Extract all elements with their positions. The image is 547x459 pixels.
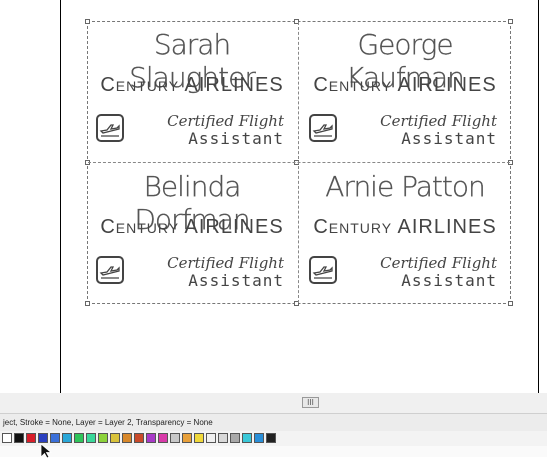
color-swatch[interactable] [242,433,252,443]
card-company: Century AIRLINES [100,74,284,96]
card-company: Century AIRLINES [313,74,497,96]
color-swatch[interactable] [14,433,24,443]
color-swatch[interactable] [38,433,48,443]
card-company: Century AIRLINES [100,216,284,238]
color-swatch[interactable] [158,433,168,443]
scrollbar-thumb[interactable]: III [302,397,319,408]
airplane-takeoff-icon [96,256,124,284]
airplane-takeoff-icon [96,114,124,142]
business-card[interactable]: George Kaufman Century AIRLINES Certifie… [301,22,509,160]
color-swatch[interactable] [182,433,192,443]
color-swatch[interactable] [50,433,60,443]
color-swatch[interactable] [146,433,156,443]
color-swatch[interactable] [254,433,264,443]
card-title-line2: Assistant [401,271,497,290]
card-divider-horizontal [88,162,510,163]
card-title-line2: Assistant [188,129,284,148]
airplane-takeoff-icon [309,114,337,142]
color-swatch[interactable] [62,433,72,443]
horizontal-scrollbar[interactable]: III [0,393,547,413]
business-card[interactable]: Belinda Dorfman Century AIRLINES Certifi… [88,164,296,302]
window-bottom-edge [0,446,547,457]
card-title-line1: Certified Flight [380,254,497,272]
airplane-takeoff-icon [309,256,337,284]
card-title-line1: Certified Flight [380,112,497,130]
card-company: Century AIRLINES [313,216,497,238]
color-swatch[interactable] [2,433,12,443]
color-swatch[interactable] [26,433,36,443]
color-swatch[interactable] [110,433,120,443]
card-title-line1: Certified Flight [167,112,284,130]
card-title-line1: Certified Flight [167,254,284,272]
status-bar: ject, Stroke = None, Layer = Layer 2, Tr… [0,413,547,431]
color-swatch[interactable] [170,433,180,443]
color-swatch[interactable] [74,433,84,443]
color-swatch[interactable] [206,433,216,443]
color-swatch[interactable] [122,433,132,443]
status-text: ject, Stroke = None, Layer = Layer 2, Tr… [3,418,213,427]
color-swatch[interactable] [266,433,276,443]
card-title-line2: Assistant [401,129,497,148]
color-swatch[interactable] [230,433,240,443]
drawing-canvas[interactable]: Sarah Slaughter Century AIRLINES Certifi… [0,0,547,393]
color-swatch[interactable] [194,433,204,443]
card-name: Arnie Patton [325,170,486,203]
color-swatch[interactable] [134,433,144,443]
selection-bounding-box[interactable]: Sarah Slaughter Century AIRLINES Certifi… [85,19,513,306]
business-card[interactable]: Arnie Patton Century AIRLINES Certified … [301,164,509,302]
color-swatch[interactable] [86,433,96,443]
business-card[interactable]: Sarah Slaughter Century AIRLINES Certifi… [88,22,296,160]
color-palette [0,431,547,446]
color-swatch[interactable] [98,433,108,443]
card-title-line2: Assistant [188,271,284,290]
color-swatch[interactable] [218,433,228,443]
